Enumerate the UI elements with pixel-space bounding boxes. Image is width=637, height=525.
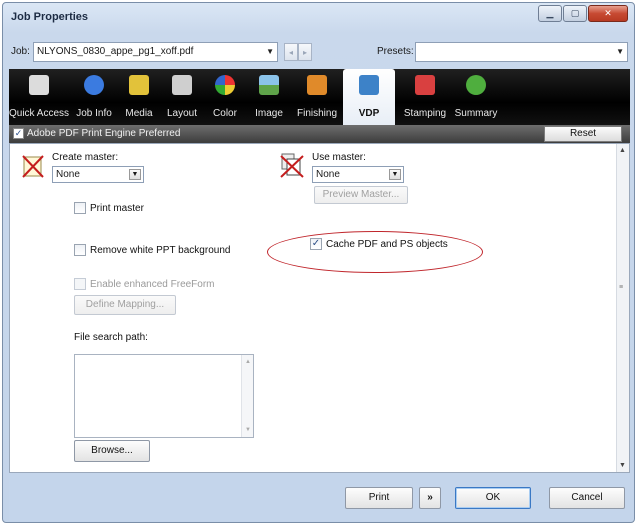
job-bar: Job: NLYONS_0830_appe_pg1_xoff.pdf ▼ ◂ ▸… bbox=[9, 41, 630, 65]
define-mapping-button[interactable]: Define Mapping... bbox=[74, 295, 176, 315]
panel-scrollbar[interactable]: ▲ ≡ ▼ bbox=[616, 144, 629, 472]
highlight-oval bbox=[267, 231, 483, 273]
file-search-path-field[interactable]: ▲ ▼ bbox=[74, 354, 254, 438]
stamping-icon bbox=[415, 75, 435, 95]
finishing-icon bbox=[307, 75, 327, 95]
chevron-down-icon: ▼ bbox=[389, 169, 401, 180]
window-title: Job Properties bbox=[11, 11, 89, 23]
scroll-thumb-grip: ≡ bbox=[619, 284, 624, 291]
create-master-select[interactable]: None ▼ bbox=[52, 166, 144, 183]
file-search-path-label: File search path: bbox=[74, 332, 148, 343]
use-master-select[interactable]: None ▼ bbox=[312, 166, 404, 183]
create-master-icon bbox=[22, 154, 44, 178]
tab-summary[interactable]: Summary bbox=[450, 69, 502, 125]
job-properties-window: Job Properties ▁ ▢ ✕ Job: NLYONS_0830_ap… bbox=[2, 2, 635, 523]
scroll-up-icon: ▲ bbox=[245, 359, 251, 365]
remove-ppt-background-label: Remove white PPT background bbox=[90, 245, 231, 256]
job-label: Job: bbox=[11, 46, 30, 57]
tab-label: Summary bbox=[454, 108, 498, 119]
quick-access-icon bbox=[29, 75, 49, 95]
presets-label: Presets: bbox=[377, 46, 414, 57]
scroll-up-icon: ▲ bbox=[619, 147, 626, 154]
remove-ppt-background-checkbox[interactable] bbox=[74, 244, 86, 256]
summary-check-icon bbox=[466, 75, 486, 95]
previous-job-button[interactable]: ◂ bbox=[284, 43, 298, 61]
ok-button[interactable]: OK bbox=[455, 487, 531, 509]
chevron-down-icon: ▼ bbox=[266, 47, 274, 56]
vdp-settings-panel: Create master: None ▼ Print master Remov… bbox=[9, 143, 630, 473]
adobe-pdf-engine-checkbox[interactable]: ✓ bbox=[13, 128, 24, 139]
print-button[interactable]: Print bbox=[345, 487, 413, 509]
layout-icon bbox=[172, 75, 192, 95]
close-button[interactable]: ✕ bbox=[588, 5, 628, 22]
vdp-icon bbox=[359, 75, 379, 95]
use-master-icon bbox=[280, 152, 304, 178]
job-select-value: NLYONS_0830_appe_pg1_xoff.pdf bbox=[37, 46, 194, 57]
next-job-button[interactable]: ▸ bbox=[298, 43, 312, 61]
use-master-label: Use master: bbox=[312, 152, 366, 163]
tab-vdp[interactable]: VDP bbox=[343, 69, 395, 125]
preview-master-button[interactable]: Preview Master... bbox=[314, 186, 408, 204]
create-master-value: None bbox=[56, 169, 80, 180]
print-master-checkbox[interactable] bbox=[74, 202, 86, 214]
pdf-engine-bar: ✓ Adobe PDF Print Engine Preferred Reset bbox=[9, 125, 630, 143]
title-bar: Job Properties ▁ ▢ ✕ bbox=[3, 3, 634, 37]
scroll-down-icon: ▼ bbox=[619, 462, 626, 469]
scroll-down-icon: ▼ bbox=[245, 427, 251, 433]
maximize-button[interactable]: ▢ bbox=[563, 5, 587, 22]
window-controls: ▁ ▢ ✕ bbox=[537, 5, 628, 22]
enhanced-freeform-label: Enable enhanced FreeForm bbox=[90, 279, 215, 290]
adobe-pdf-engine-label: Adobe PDF Print Engine Preferred bbox=[27, 128, 181, 139]
chevron-down-icon: ▼ bbox=[616, 47, 624, 56]
job-select[interactable]: NLYONS_0830_appe_pg1_xoff.pdf ▼ bbox=[33, 42, 278, 62]
cancel-button[interactable]: Cancel bbox=[549, 487, 625, 509]
reset-button[interactable]: Reset bbox=[544, 126, 622, 142]
print-master-label: Print master bbox=[90, 203, 144, 214]
job-nav: ◂ ▸ bbox=[284, 43, 312, 61]
info-icon bbox=[84, 75, 104, 95]
category-toolbar: Quick Access Job Info Media Layout Color… bbox=[9, 69, 630, 125]
image-icon bbox=[259, 75, 279, 95]
presets-select[interactable]: ▼ bbox=[415, 42, 628, 62]
tab-quick-access[interactable]: Quick Access bbox=[9, 69, 69, 125]
create-master-label: Create master: bbox=[52, 152, 119, 163]
dialog-footer: Print » OK Cancel bbox=[9, 473, 630, 521]
enhanced-freeform-checkbox[interactable] bbox=[74, 278, 86, 290]
media-icon bbox=[129, 75, 149, 95]
minimize-button[interactable]: ▁ bbox=[538, 5, 562, 22]
color-wheel-icon bbox=[215, 75, 235, 95]
use-master-value: None bbox=[316, 169, 340, 180]
chevron-down-icon: ▼ bbox=[129, 169, 141, 180]
textarea-scrollbar[interactable]: ▲ ▼ bbox=[241, 355, 253, 437]
print-options-button[interactable]: » bbox=[419, 487, 441, 509]
browse-button[interactable]: Browse... bbox=[74, 440, 150, 462]
